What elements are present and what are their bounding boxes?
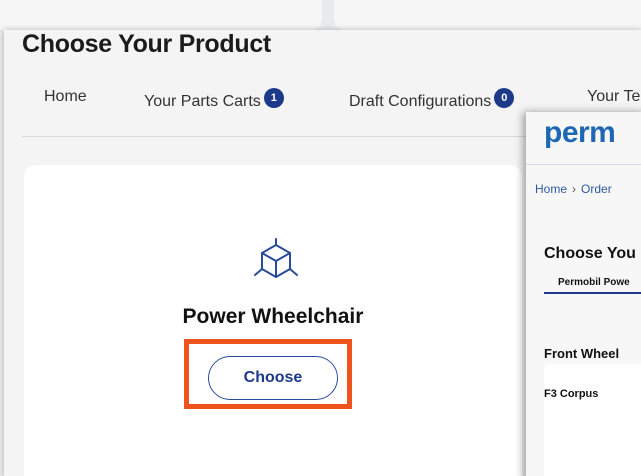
product-title: Power Wheelchair [182, 305, 364, 328]
cube-icon [254, 238, 298, 278]
nav-draft-configurations-label: Draft Configurations [349, 93, 492, 110]
tab-underline [544, 292, 641, 294]
product-card-power-wheelchair: Power Wheelchair Choose [24, 165, 522, 476]
parts-carts-count-badge: 1 [263, 88, 284, 108]
background-window-left [0, 0, 322, 30]
overlapping-window: perm Home › Order Choose You Permobil Powe… [526, 112, 641, 476]
breadcrumb-home[interactable]: Home [535, 182, 567, 196]
breadcrumb: Home › Order [535, 182, 612, 196]
nav-draft-configurations[interactable]: Draft Configurations 0 [349, 88, 515, 111]
breadcrumb-order[interactable]: Order [581, 182, 612, 196]
page-title: Choose Your Product [22, 30, 271, 58]
nav-parts-carts[interactable]: Your Parts Carts 1 [144, 88, 284, 111]
nav-parts-carts-label: Your Parts Carts [144, 93, 261, 110]
side-heading: Choose You [544, 245, 636, 262]
breadcrumb-chevron-icon: › [572, 182, 577, 196]
nav-your-te[interactable]: Your Te [587, 88, 640, 106]
tab-permobil-power[interactable]: Permobil Powe [558, 277, 630, 288]
nav-home[interactable]: Home [44, 88, 87, 106]
permobil-logo[interactable]: perm [544, 116, 616, 150]
draft-configurations-count-badge: 0 [494, 88, 515, 108]
background-window-right [334, 0, 641, 30]
choose-button[interactable]: Choose [208, 356, 338, 400]
section-heading-front-wheel: Front Wheel [544, 346, 620, 361]
option-card[interactable] [544, 364, 641, 476]
side-header-divider [526, 164, 641, 165]
option-card-label: F3 Corpus [544, 388, 599, 400]
